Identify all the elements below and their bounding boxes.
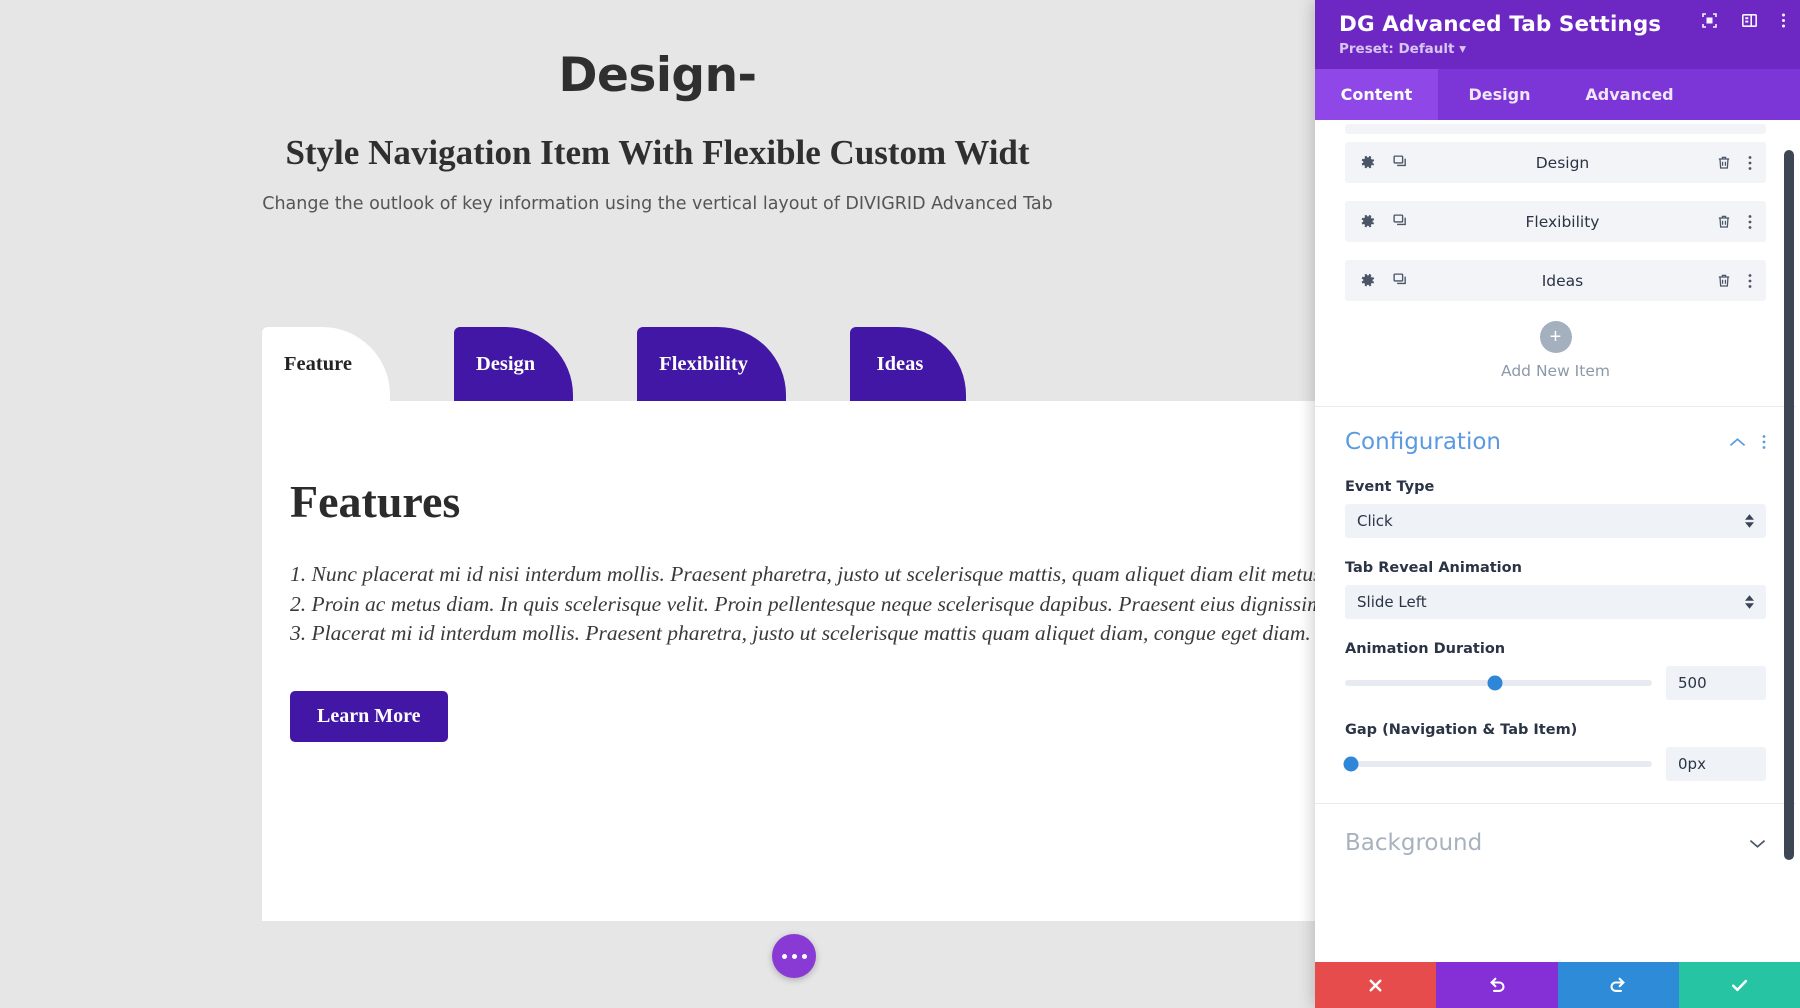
chevron-up-icon[interactable] — [1729, 437, 1746, 448]
animation-duration-field: Animation Duration 500 — [1345, 641, 1766, 700]
kebab-menu-icon[interactable] — [1748, 273, 1752, 289]
configuration-title[interactable]: Configuration — [1345, 429, 1501, 455]
tab-content-panel: Features 1. Nunc placerat mi id nisi int… — [262, 401, 1315, 921]
trash-icon[interactable] — [1716, 155, 1732, 171]
settings-modal: DG Advanced Tab Settings Preset: Default… — [1315, 0, 1800, 1008]
tab-advanced[interactable]: Advanced — [1561, 69, 1698, 120]
select-arrows-icon — [1745, 595, 1754, 609]
tab-item-ideas[interactable]: Ideas — [1345, 260, 1766, 301]
save-button[interactable] — [1678, 962, 1800, 1008]
trash-icon[interactable] — [1716, 273, 1732, 289]
gap-value[interactable]: 0px — [1666, 747, 1766, 781]
tab-reveal-animation-field: Tab Reveal Animation Slide Left — [1345, 560, 1766, 619]
duplicate-icon[interactable] — [1392, 213, 1409, 230]
add-new-item-label[interactable]: Add New Item — [1345, 362, 1766, 380]
tab-item-list: Design Flexibility Ideas + Add New Item — [1315, 120, 1796, 406]
page-tab-feature-label: Feature — [284, 352, 352, 375]
focus-target-icon[interactable] — [1701, 12, 1718, 29]
website-preview: Design- Style Navigation Item With Flexi… — [0, 0, 1315, 1008]
gear-icon[interactable] — [1359, 272, 1376, 289]
dot-icon — [791, 953, 797, 959]
modal-tab-bar: Content Design Advanced — [1315, 69, 1800, 120]
dot-icon — [801, 953, 807, 959]
dot-icon — [781, 953, 787, 959]
more-options-fab[interactable] — [772, 934, 816, 978]
tab-reveal-animation-value: Slide Left — [1357, 593, 1427, 611]
tab-reveal-animation-select[interactable]: Slide Left — [1345, 585, 1766, 619]
kebab-menu-icon[interactable] — [1748, 214, 1752, 230]
caret-down-icon: ▾ — [1459, 41, 1466, 57]
background-section: Background — [1315, 804, 1796, 856]
list-item: 1. Nunc placerat mi id nisi interdum mol… — [290, 562, 1315, 586]
page-tab-feature[interactable]: Feature — [262, 327, 390, 401]
panel-layout-icon[interactable] — [1741, 12, 1758, 29]
animation-duration-slider[interactable] — [1345, 675, 1652, 691]
slider-thumb[interactable] — [1487, 675, 1503, 691]
cancel-button[interactable] — [1315, 962, 1437, 1008]
list-item: 2. Proin ac metus diam. In quis sceleris… — [290, 591, 1315, 616]
tab-reveal-animation-label: Tab Reveal Animation — [1345, 560, 1522, 576]
feature-list: 1. Nunc placerat mi id nisi interdum mol… — [290, 560, 1315, 649]
animation-duration-label: Animation Duration — [1345, 641, 1506, 657]
tab-item-flexibility[interactable]: Flexibility — [1345, 201, 1766, 242]
tab-design[interactable]: Design — [1438, 69, 1561, 120]
kebab-menu-icon[interactable] — [1748, 155, 1752, 171]
gap-label: Gap (Navigation & Tab Item) — [1345, 722, 1578, 738]
panel-heading: Features — [290, 476, 461, 527]
tab-item-design[interactable]: Design — [1345, 142, 1766, 183]
modal-preset[interactable]: Preset: Default ▾ — [1339, 41, 1782, 57]
select-arrows-icon — [1745, 514, 1754, 528]
gap-field: Gap (Navigation & Tab Item) 0px — [1343, 722, 1766, 781]
hero-title: Design- — [558, 48, 757, 103]
page-tab-design[interactable]: Design — [453, 327, 574, 401]
page-tab-flexibility-label: Flexibility — [659, 352, 748, 375]
gear-icon[interactable] — [1359, 154, 1376, 171]
chevron-down-icon[interactable] — [1749, 838, 1766, 849]
configuration-section: Configuration Event Type Click Tab Revea… — [1315, 407, 1796, 781]
modal-footer — [1315, 962, 1800, 1008]
page-tab-design-label: Design — [475, 352, 536, 375]
modal-body: Design Flexibility Ideas + Add New Item … — [1315, 120, 1800, 962]
advanced-tab-module: Feature Design Flexibility Ideas Feature… — [262, 327, 1315, 921]
add-new-item-button[interactable]: + — [1539, 321, 1572, 353]
gear-icon[interactable] — [1359, 213, 1376, 230]
redo-button[interactable] — [1557, 962, 1679, 1008]
event-type-label: Event Type — [1345, 479, 1435, 495]
background-title[interactable]: Background — [1345, 830, 1482, 856]
animation-duration-value[interactable]: 500 — [1666, 666, 1766, 700]
vertical-scrollbar[interactable] — [1784, 150, 1794, 860]
gap-slider[interactable] — [1343, 756, 1652, 772]
kebab-menu-icon[interactable] — [1762, 434, 1766, 450]
plus-icon: + — [1549, 326, 1562, 348]
event-type-select[interactable]: Click — [1345, 504, 1766, 538]
tab-item-label: Ideas — [1541, 271, 1584, 290]
hero-description: Change the outlook of key information us… — [262, 194, 1053, 214]
modal-preset-label: Preset: Default — [1339, 41, 1455, 57]
slider-thumb[interactable] — [1343, 756, 1359, 772]
tab-item-partial[interactable] — [1345, 124, 1766, 134]
list-item: 3. Placerat mi id interdum mollis. Praes… — [290, 621, 1311, 646]
tab-content[interactable]: Content — [1315, 69, 1438, 120]
tab-item-label: Flexibility — [1525, 212, 1600, 231]
trash-icon[interactable] — [1716, 214, 1732, 230]
modal-header: DG Advanced Tab Settings Preset: Default… — [1315, 0, 1800, 69]
hero-subtitle: Style Navigation Item With Flexible Cust… — [285, 133, 1030, 172]
learn-more-button[interactable]: Learn More — [290, 690, 448, 742]
page-tab-ideas[interactable]: Ideas — [850, 327, 966, 401]
duplicate-icon[interactable] — [1392, 154, 1409, 171]
tab-item-label: Design — [1535, 153, 1590, 172]
kebab-menu-icon[interactable] — [1781, 12, 1786, 29]
event-type-value: Click — [1357, 512, 1393, 530]
undo-button[interactable] — [1436, 962, 1558, 1008]
page-tab-flexibility[interactable]: Flexibility — [637, 327, 786, 401]
tab-navigation: Feature Design Flexibility Ideas — [262, 327, 1315, 401]
event-type-field: Event Type Click — [1345, 479, 1766, 538]
page-tab-ideas-label: Ideas — [876, 352, 924, 375]
duplicate-icon[interactable] — [1392, 272, 1409, 289]
